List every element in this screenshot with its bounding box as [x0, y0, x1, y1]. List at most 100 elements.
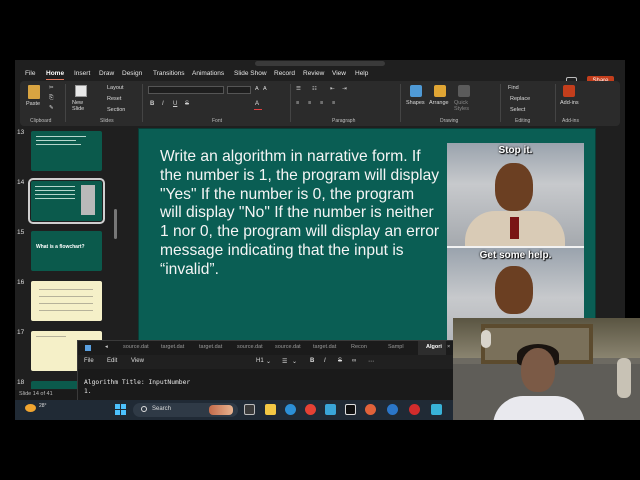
meme-figure-tie: [510, 217, 519, 239]
file-explorer-icon[interactable]: [265, 404, 276, 415]
italic-button[interactable]: I: [162, 101, 164, 107]
tab-insert[interactable]: Insert: [74, 70, 90, 77]
shapes-icon[interactable]: [410, 85, 422, 97]
paste-label[interactable]: Paste: [26, 101, 40, 107]
chevron-down-icon[interactable]: ⌄: [266, 358, 271, 365]
code-line[interactable]: 1.: [84, 388, 92, 395]
outdent-icon[interactable]: ⇥: [342, 86, 347, 92]
editor-tab-active[interactable]: Algori: [426, 344, 442, 350]
indent-icon[interactable]: ⇤: [330, 86, 335, 92]
weather-text[interactable]: 28°: [39, 403, 47, 409]
quick-styles-button[interactable]: Quick Styles: [454, 100, 476, 112]
slide-thumbnail-16[interactable]: [31, 281, 102, 321]
app-icon[interactable]: [345, 404, 356, 415]
shapes-button[interactable]: Shapes: [406, 100, 425, 106]
new-slide-icon[interactable]: [75, 85, 87, 97]
title-search-box[interactable]: [255, 61, 385, 66]
slide-body-text[interactable]: Write an algorithm in narrative form. If…: [160, 148, 440, 280]
thumbnails-scrollbar[interactable]: [114, 209, 117, 239]
ribbon: Paste ✂ ⎘ ✎ Clipboard New Slide Layout R…: [20, 81, 620, 126]
tab-transitions[interactable]: Transitions: [153, 70, 185, 77]
grow-font-icon[interactable]: A: [255, 86, 259, 92]
bold-button[interactable]: B: [150, 101, 154, 107]
addins-icon[interactable]: [563, 85, 575, 97]
taskbar-search[interactable]: Search: [133, 403, 238, 417]
heading-select[interactable]: H1: [256, 358, 264, 364]
editor-tab[interactable]: Sampl: [388, 344, 404, 350]
tab-design[interactable]: Design: [122, 70, 142, 77]
align-left-icon[interactable]: ≡: [296, 100, 299, 106]
copy-icon[interactable]: ⎘: [49, 95, 53, 102]
editor-tab[interactable]: source.dat: [123, 344, 149, 350]
numbering-icon[interactable]: ☷: [312, 86, 317, 92]
bold-icon[interactable]: B: [310, 358, 314, 364]
edge-icon[interactable]: [285, 404, 296, 415]
code-line[interactable]: Algorithm Title: InputNumber: [84, 379, 190, 386]
font-color-icon[interactable]: A: [255, 101, 259, 107]
addins-button[interactable]: Add-ins: [560, 100, 579, 106]
reset-button[interactable]: Reset: [107, 96, 121, 102]
editor-tab[interactable]: target.dat: [313, 344, 336, 350]
format-painter-icon[interactable]: ✎: [49, 105, 54, 111]
notepad-icon[interactable]: [431, 404, 442, 415]
font-size-field[interactable]: [227, 86, 251, 94]
chrome-profile-icon[interactable]: [365, 404, 376, 415]
chrome-icon[interactable]: [305, 404, 316, 415]
tab-file[interactable]: File: [25, 70, 35, 77]
cut-icon[interactable]: ✂: [49, 85, 54, 91]
app-icon[interactable]: [409, 404, 420, 415]
justify-icon[interactable]: ≡: [332, 100, 335, 106]
tab-slide-show[interactable]: Slide Show: [234, 70, 267, 77]
close-tab-icon[interactable]: ×: [447, 344, 450, 350]
editor-menu-view[interactable]: View: [131, 358, 144, 364]
new-slide-button[interactable]: New Slide: [72, 100, 94, 112]
align-center-icon[interactable]: ≡: [308, 100, 311, 106]
windows-start-icon[interactable]: [115, 404, 126, 415]
section-button[interactable]: Section: [107, 107, 125, 113]
editor-tab[interactable]: source.dat: [237, 344, 263, 350]
task-view-icon[interactable]: [244, 404, 255, 415]
paste-icon[interactable]: [28, 85, 40, 99]
editor-tab[interactable]: target.dat: [199, 344, 222, 350]
tab-review[interactable]: Review: [303, 70, 324, 77]
arrange-button[interactable]: Arrange: [429, 100, 449, 106]
font-name-field[interactable]: [148, 86, 224, 94]
editor-menu-edit[interactable]: Edit: [107, 358, 117, 364]
slide-thumbnail-13[interactable]: [31, 131, 102, 171]
clipboard-group-label: Clipboard: [30, 118, 52, 124]
tab-help[interactable]: Help: [355, 70, 368, 77]
tab-draw[interactable]: Draw: [99, 70, 114, 77]
chevron-down-icon[interactable]: ⌄: [292, 358, 297, 365]
tab-view[interactable]: View: [332, 70, 346, 77]
link-icon[interactable]: ∞: [352, 358, 356, 364]
store-icon[interactable]: [325, 404, 336, 415]
strikethrough-icon[interactable]: S: [338, 358, 342, 364]
tab-record[interactable]: Record: [274, 70, 295, 77]
tab-scroll-left-icon[interactable]: ◂: [105, 344, 108, 350]
select-button[interactable]: Select: [510, 107, 525, 113]
tab-home[interactable]: Home: [46, 70, 64, 77]
slide-thumbnail-15[interactable]: What is a flowchart?: [31, 231, 102, 271]
underline-button[interactable]: U: [173, 101, 177, 107]
tab-animations[interactable]: Animations: [192, 70, 224, 77]
shrink-font-icon[interactable]: A: [263, 86, 267, 92]
layout-button[interactable]: Layout: [107, 85, 124, 91]
ribbon-divider: [500, 84, 501, 122]
align-right-icon[interactable]: ≡: [320, 100, 323, 106]
weather-icon[interactable]: [25, 404, 36, 412]
quick-styles-icon[interactable]: [458, 85, 470, 97]
arrange-icon[interactable]: [434, 85, 446, 97]
slide-thumbnail-14[interactable]: [28, 178, 105, 224]
italic-icon[interactable]: I: [324, 358, 326, 364]
list-icon[interactable]: ☰: [282, 358, 287, 365]
more-options-icon[interactable]: ⋯: [368, 358, 374, 365]
strikethrough-button[interactable]: S: [185, 101, 189, 107]
find-button[interactable]: Find: [508, 85, 519, 91]
editor-menu-file[interactable]: File: [84, 358, 94, 364]
bullets-icon[interactable]: ☰: [296, 86, 301, 92]
editor-tab[interactable]: Recon: [351, 344, 367, 350]
app-icon[interactable]: [387, 404, 398, 415]
editor-tab[interactable]: target.dat: [161, 344, 184, 350]
replace-button[interactable]: Replace: [510, 96, 530, 102]
editor-tab[interactable]: source.dat: [275, 344, 301, 350]
